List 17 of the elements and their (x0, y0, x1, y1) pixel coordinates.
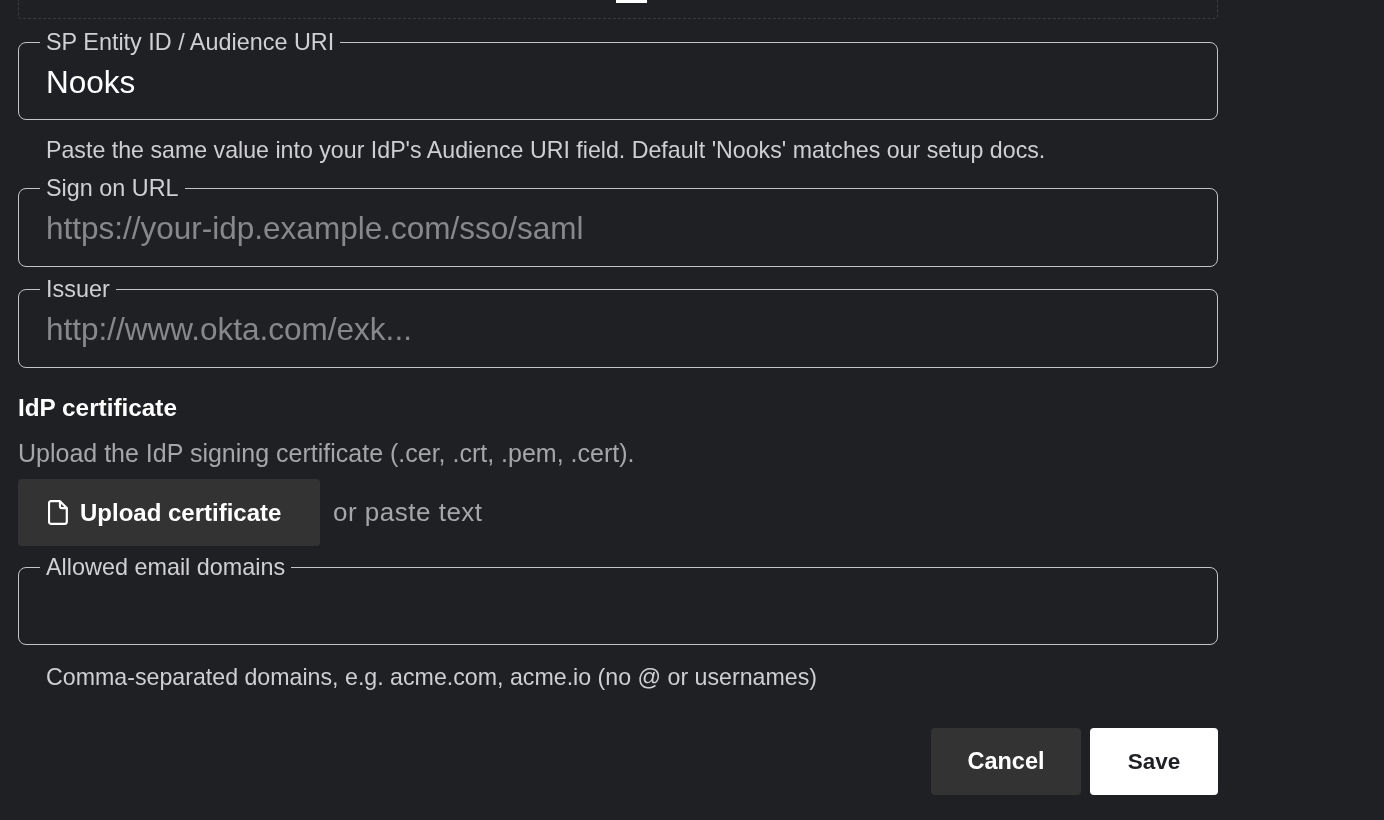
section-description: Upload the IdP signing certificate (.cer, .crt, .pem, .cert). (18, 438, 636, 468)
cancel-button[interactable]: Cancel (931, 728, 1081, 795)
section-title: IdP certificate (18, 393, 178, 423)
field-label: SP Entity ID / Audience URI (45, 29, 336, 55)
save-button[interactable]: Save (1090, 728, 1218, 795)
alternative-text: or paste text (333, 497, 483, 528)
field-label: Sign on URL (45, 175, 180, 201)
helper-text: Comma-separated domains, e.g. acme.com, acme.io (no @ or usernames) (46, 663, 818, 691)
file-icon (48, 500, 68, 525)
helper-text: Paste the same value into your IdP's Audience URI field. Default 'Nooks' matches our setup docs. (46, 136, 1047, 164)
text-input[interactable]: https://your-idp.example.com/sso/saml (46, 206, 1190, 250)
cut-off-icon (616, 0, 647, 3)
text-input[interactable]: Nooks (46, 60, 1190, 104)
text-input[interactable]: http://www.okta.com/exk... (46, 307, 1190, 351)
field-label: Allowed email domains (45, 554, 287, 580)
upload-button[interactable]: Upload certificate (18, 479, 320, 546)
field-label: Issuer (45, 276, 111, 302)
